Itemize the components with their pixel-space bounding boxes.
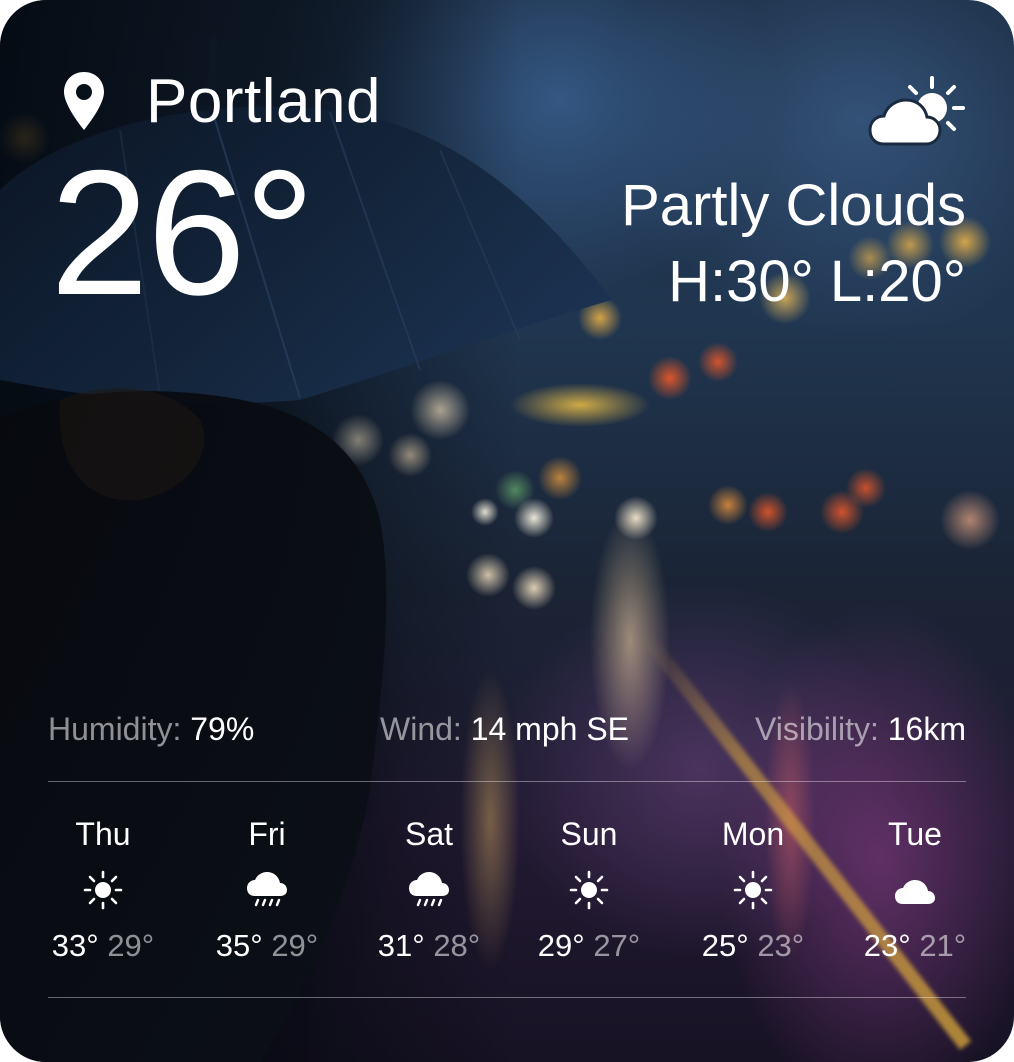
forecast-high: 35° bbox=[215, 928, 263, 963]
daily-forecast: Thu 33° 29° Fri 35° 29° Sat 31° 28° Sun … bbox=[28, 810, 988, 980]
forecast-day-temps: 33° 29° bbox=[18, 926, 188, 966]
sun-icon bbox=[83, 870, 123, 910]
forecast-low: 29° bbox=[271, 928, 319, 963]
weather-widget: Portland 26° Partly Clouds H:30° L:20° H… bbox=[0, 0, 1014, 1062]
forecast-low: 27° bbox=[593, 928, 641, 963]
forecast-day-temps: 35° 29° bbox=[182, 926, 352, 966]
forecast-low: 21° bbox=[919, 928, 967, 963]
forecast-day-name: Sat bbox=[404, 816, 454, 852]
partly-cloudy-icon bbox=[868, 76, 965, 146]
rain-cloud-icon bbox=[247, 872, 287, 907]
forecast-high: 23° bbox=[863, 928, 911, 963]
forecast-low: 28° bbox=[433, 928, 481, 963]
visibility-label: Visibility: bbox=[754, 711, 879, 747]
wind-metric: Wind: 14 mph SE bbox=[380, 708, 629, 750]
rain-cloud-icon bbox=[409, 872, 449, 907]
humidity-label: Humidity: bbox=[48, 711, 182, 747]
visibility-metric: Visibility: 16km bbox=[755, 708, 966, 750]
current-condition: Partly Clouds bbox=[621, 173, 966, 238]
forecast-day-temps: 29° 27° bbox=[504, 926, 674, 966]
current-high-low: H:30° L:20° bbox=[668, 249, 966, 314]
map-pin-icon bbox=[64, 72, 104, 130]
visibility-value: 16km bbox=[887, 711, 966, 747]
forecast-day: Tue 23° 21° bbox=[840, 810, 990, 980]
cloud-icon bbox=[895, 880, 935, 904]
forecast-day: Thu 33° 29° bbox=[28, 810, 178, 980]
forecast-day-name: Fri bbox=[248, 816, 286, 852]
humidity-value: 79% bbox=[190, 711, 255, 747]
sun-icon bbox=[733, 870, 773, 910]
forecast-day-name: Sun bbox=[560, 816, 618, 852]
forecast-high: 31° bbox=[377, 928, 425, 963]
forecast-day-name: Mon bbox=[721, 816, 785, 852]
current-temperature: 26° bbox=[50, 133, 315, 332]
forecast-day-temps: 31° 28° bbox=[344, 926, 514, 966]
forecast-high: 29° bbox=[537, 928, 585, 963]
forecast-high: 33° bbox=[51, 928, 99, 963]
forecast-day-name: Tue bbox=[888, 816, 942, 852]
forecast-low: 23° bbox=[757, 928, 805, 963]
wind-label: Wind: bbox=[380, 711, 462, 747]
divider bbox=[48, 781, 966, 782]
forecast-high: 25° bbox=[701, 928, 749, 963]
weather-metrics: Humidity: 79% Wind: 14 mph SE Visibility… bbox=[48, 708, 966, 750]
divider bbox=[48, 997, 966, 998]
forecast-day-name: Thu bbox=[75, 816, 131, 852]
forecast-low: 29° bbox=[107, 928, 155, 963]
forecast-day: Sat 31° 28° bbox=[354, 810, 504, 980]
city-name: Portland bbox=[146, 67, 381, 136]
humidity-metric: Humidity: 79% bbox=[48, 708, 254, 750]
forecast-day: Mon 25° 23° bbox=[678, 810, 828, 980]
forecast-day-temps: 25° 23° bbox=[668, 926, 838, 966]
forecast-day: Fri 35° 29° bbox=[192, 810, 342, 980]
sun-icon bbox=[569, 870, 609, 910]
wind-value: 14 mph SE bbox=[470, 711, 629, 747]
forecast-day-temps: 23° 21° bbox=[830, 926, 1000, 966]
forecast-day: Sun 29° 27° bbox=[514, 810, 664, 980]
